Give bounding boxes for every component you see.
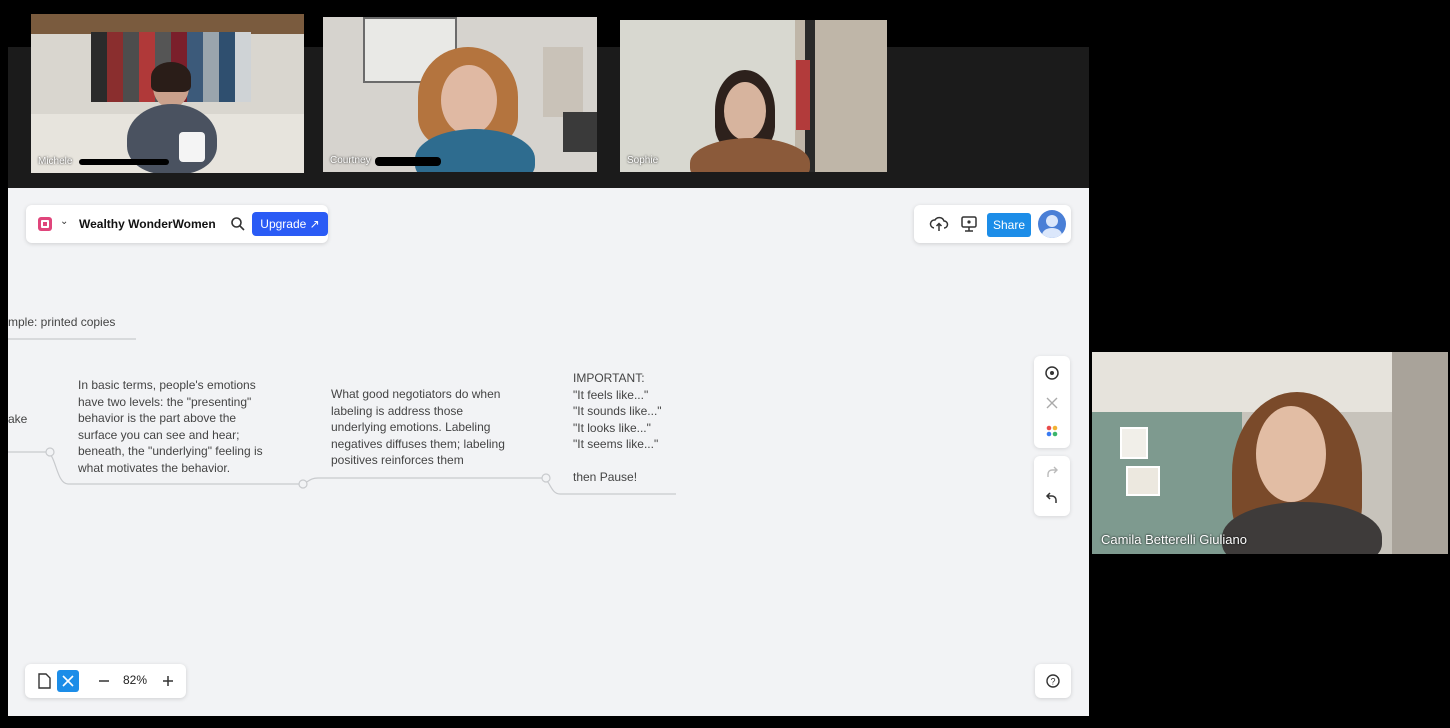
video-feed [1092, 352, 1448, 554]
participant-name: Michele [38, 156, 73, 167]
expand-icon[interactable] [1041, 392, 1063, 414]
svg-text:?: ? [1050, 677, 1055, 687]
target-icon[interactable] [1041, 362, 1063, 384]
video-tile-michele[interactable]: Michele [31, 14, 304, 173]
avatar[interactable] [1038, 210, 1066, 238]
cloud-upload-icon[interactable] [928, 213, 950, 235]
palette-icon[interactable] [1041, 420, 1063, 442]
video-feed [620, 20, 887, 172]
help-button[interactable]: ? [1035, 664, 1071, 698]
zoom-level: 82% [123, 673, 148, 687]
video-tile-camila[interactable]: Camila Betterelli Giuliano [1092, 352, 1448, 554]
mindmap-node-partial[interactable]: ake [8, 412, 27, 426]
mindmap-node[interactable]: In basic terms, people's emotions have t… [78, 377, 263, 476]
page-icon[interactable] [33, 670, 55, 692]
video-feed [31, 14, 304, 173]
redaction-bar [375, 157, 441, 166]
board-actions: Share [914, 205, 1071, 243]
mindmap-node[interactable]: IMPORTANT: "It feels like..." "It sounds… [573, 370, 662, 486]
side-toolbar [1034, 356, 1070, 516]
zoom-out-icon[interactable] [93, 670, 115, 692]
video-tile-sophie[interactable]: Sophie [620, 20, 887, 172]
help-icon: ? [1042, 670, 1064, 692]
zoom-in-icon[interactable] [157, 670, 179, 692]
tool-group-history [1034, 456, 1070, 516]
redaction-bar [79, 159, 169, 165]
whiteboard-canvas[interactable]: ⌄ Wealthy WonderWomen Upgrade ↗ Share mp… [8, 188, 1089, 716]
participant-name: Courtney [330, 155, 371, 166]
video-feed [323, 17, 597, 172]
fit-view-icon[interactable] [57, 670, 79, 692]
mindmap-node[interactable]: What good negotiators do when labeling i… [331, 386, 505, 469]
participant-name: Camila Betterelli Giuliano [1101, 532, 1247, 547]
video-tile-courtney[interactable]: Courtney [323, 17, 597, 172]
tool-group-top [1034, 356, 1070, 448]
mindmap-node-partial[interactable]: mple: printed copies [8, 315, 115, 329]
present-icon[interactable] [958, 213, 980, 235]
participant-name: Sophie [627, 155, 659, 166]
undo-icon[interactable] [1041, 488, 1063, 510]
view-controls: 82% [25, 664, 186, 698]
redo-icon[interactable] [1041, 462, 1063, 484]
share-button[interactable]: Share [987, 213, 1031, 237]
